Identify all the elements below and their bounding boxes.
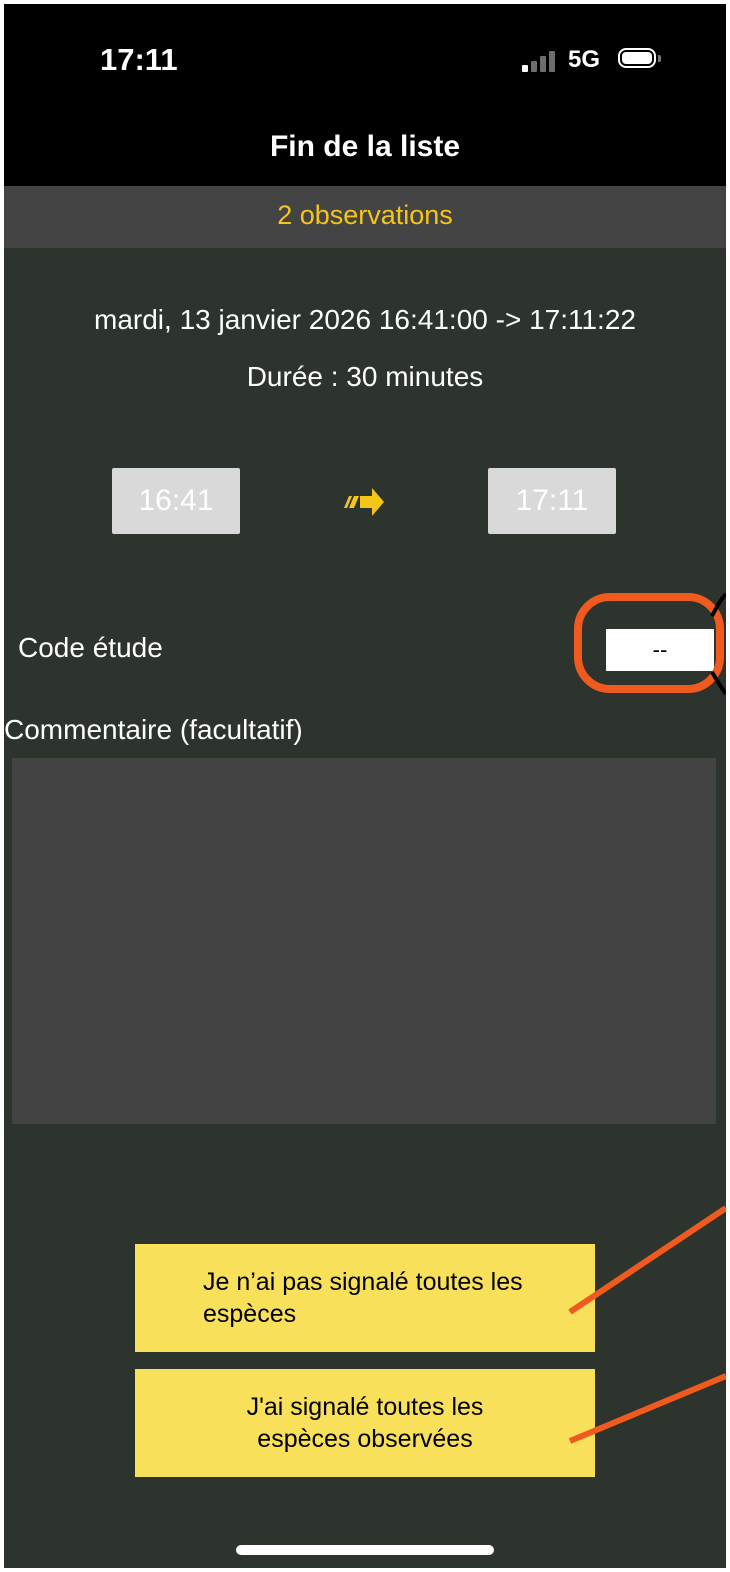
end-time-picker[interactable]: 17:11	[488, 468, 616, 534]
double-arrow-right-icon	[344, 488, 384, 516]
not-all-species-button[interactable]: Je n’ai pas signalé toutes les espèces	[135, 1244, 595, 1352]
session-duration: Durée : 30 minutes	[246, 361, 484, 392]
status-bar: 17:11 5G	[4, 4, 726, 112]
home-indicator[interactable]	[236, 1545, 494, 1555]
study-code-label: Code étude	[18, 632, 163, 663]
study-code-highlight	[574, 593, 724, 693]
nav-bar: Fin de la liste	[4, 112, 726, 186]
all-species-button[interactable]: J'ai signalé toutes les espèces observée…	[135, 1369, 595, 1477]
network-type: 5G	[568, 46, 601, 73]
session-range: mardi, 13 janvier 2026 16:41:00 -> 17:11…	[94, 304, 636, 335]
status-clock: 17:11	[100, 42, 178, 77]
page-title: Fin de la liste	[269, 130, 461, 163]
phone-screen: 17:11 5G Fin de la liste 2 observations …	[4, 4, 726, 1568]
battery-icon	[618, 48, 656, 68]
observations-bar[interactable]: 2 observations	[4, 186, 726, 248]
battery-tip	[658, 55, 661, 62]
comment-label: Commentaire (facultatif)	[4, 714, 303, 745]
observations-count[interactable]: 2 observations	[4, 200, 726, 231]
cellular-signal-icon	[522, 48, 562, 72]
start-time-picker[interactable]: 16:41	[112, 468, 240, 534]
comment-field[interactable]	[12, 758, 716, 1124]
